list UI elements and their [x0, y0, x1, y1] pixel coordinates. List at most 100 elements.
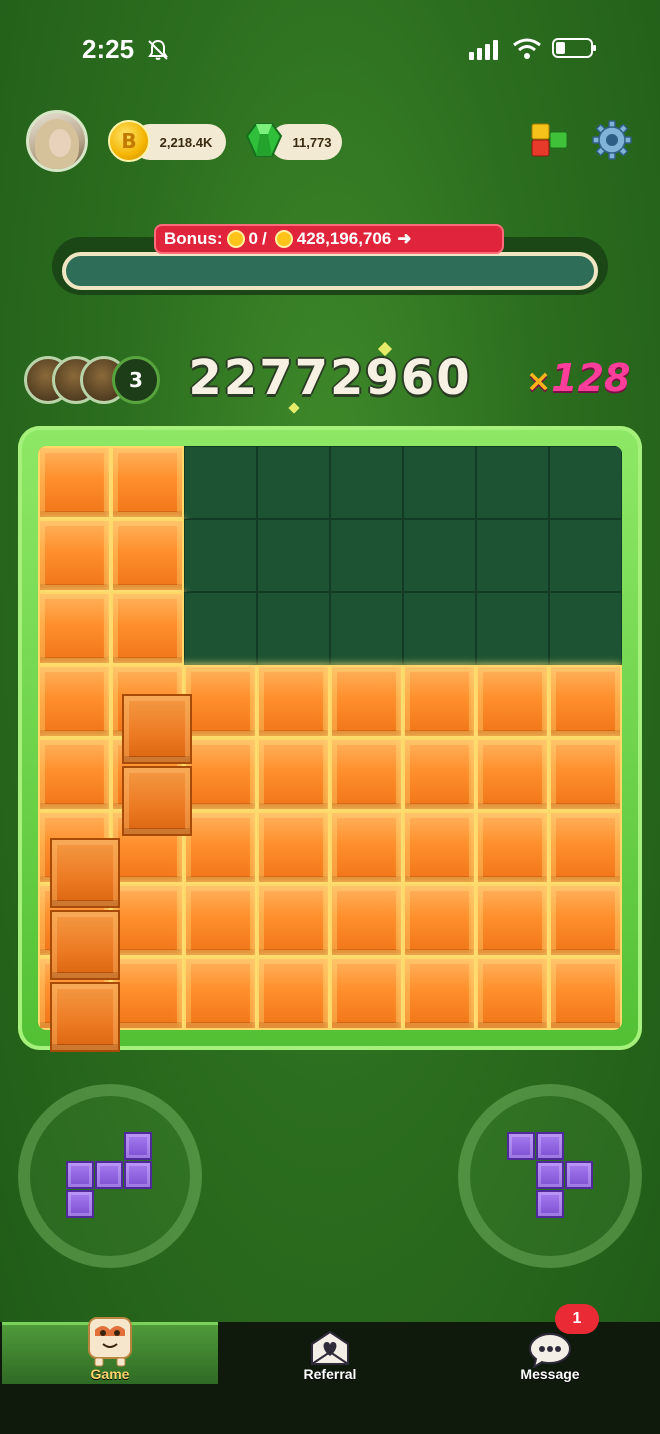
piece-block	[536, 1161, 564, 1189]
bonus-target: 428,196,706	[296, 229, 392, 248]
board-cell-empty	[257, 592, 330, 665]
board-cell-filled	[330, 884, 403, 957]
board-cell-filled	[403, 665, 476, 738]
board-cell-empty	[184, 446, 257, 519]
board-cell-empty	[476, 592, 549, 665]
piece-block	[536, 1132, 564, 1160]
board-cell-empty	[184, 592, 257, 665]
board-cell-filled	[330, 665, 403, 738]
dragged-block[interactable]	[50, 838, 120, 908]
bonus-label-text: Bonus:	[164, 229, 223, 248]
tab-game[interactable]: Game	[10, 1317, 210, 1386]
board-cell-filled	[257, 665, 330, 738]
bonus-button[interactable]: Bonus: 0 / 428,196,706 ➜	[154, 224, 504, 254]
board-cell-empty	[549, 592, 622, 665]
message-badge: 1	[555, 1304, 599, 1334]
piece-block	[124, 1132, 152, 1160]
players-group[interactable]: 3	[24, 356, 160, 406]
arrow-right-icon: ➜	[397, 229, 412, 248]
referral-icon	[311, 1330, 349, 1365]
battery-icon	[552, 38, 596, 58]
board-cell-filled	[549, 738, 622, 811]
piece-block	[66, 1161, 94, 1189]
tab-game-label: Game	[90, 1366, 130, 1382]
board-cell-filled	[257, 811, 330, 884]
status-time: 2:25	[82, 34, 135, 64]
board-cell-filled	[38, 519, 111, 592]
board-cell-filled	[38, 665, 111, 738]
dragged-block[interactable]	[50, 910, 120, 980]
board-cell-empty	[257, 446, 330, 519]
board-cell-filled	[111, 884, 184, 957]
score: 22772960	[188, 350, 472, 406]
tab-message[interactable]: Message	[450, 1326, 650, 1386]
board-cell-filled	[257, 738, 330, 811]
board-cell-filled	[38, 592, 111, 665]
avatar[interactable]	[26, 110, 88, 172]
coin-icon: B	[108, 120, 150, 162]
board-cell-empty	[330, 446, 403, 519]
blocks-icon[interactable]	[530, 122, 570, 160]
board-cell-filled	[403, 811, 476, 884]
board-cell-empty	[549, 519, 622, 592]
tab-referral-label: Referral	[303, 1366, 357, 1382]
board-cell-empty	[403, 592, 476, 665]
board-cell-filled	[111, 519, 184, 592]
board-cell-filled	[476, 884, 549, 957]
piece-block	[124, 1161, 152, 1189]
board-cell-empty	[476, 446, 549, 519]
board-cell-filled	[549, 957, 622, 1030]
board-cell-filled	[38, 446, 111, 519]
piece-block	[536, 1190, 564, 1218]
gem-icon	[245, 123, 283, 157]
board-cell-filled	[184, 665, 257, 738]
wifi-icon	[513, 38, 541, 59]
dragged-block[interactable]	[50, 982, 120, 1052]
multiplier-prefix: ×	[526, 364, 552, 399]
avatar-face	[49, 129, 71, 157]
message-icon	[528, 1332, 572, 1368]
board-cell-filled	[476, 665, 549, 738]
gear-icon[interactable]	[592, 120, 632, 160]
board-cell-filled	[549, 665, 622, 738]
player-count: 3	[112, 356, 160, 404]
board-cell-filled	[184, 811, 257, 884]
tab-referral[interactable]: Referral	[230, 1326, 430, 1386]
board-cell-empty	[403, 519, 476, 592]
board-cell-empty	[476, 519, 549, 592]
tab-message-label: Message	[520, 1366, 580, 1382]
board-cell-filled	[476, 811, 549, 884]
board-cell-empty	[184, 519, 257, 592]
dragged-block[interactable]	[122, 766, 192, 836]
multiplier: ×128	[526, 356, 636, 406]
coin-icon	[274, 230, 293, 248]
board-cell-filled	[476, 957, 549, 1030]
board-cell-empty	[549, 446, 622, 519]
game-mascot-icon	[88, 1317, 132, 1367]
coin-balance-value: 2,218.4K	[159, 134, 213, 150]
board-cell-filled	[38, 738, 111, 811]
board-cell-filled	[111, 957, 184, 1030]
board-cell-empty	[403, 446, 476, 519]
dragged-block[interactable]	[122, 694, 192, 764]
board-cell-filled	[330, 738, 403, 811]
board-cell-filled	[476, 738, 549, 811]
board-cell-filled	[184, 884, 257, 957]
status-bar: 2:25	[0, 0, 660, 96]
board-cell-empty	[257, 519, 330, 592]
bonus-separator: /	[262, 229, 267, 248]
board-cell-filled	[257, 884, 330, 957]
bell-muted-icon	[148, 39, 168, 60]
board-cell-empty	[330, 592, 403, 665]
piece-block	[565, 1161, 593, 1189]
board-cell-filled	[330, 811, 403, 884]
board-cell-filled	[549, 811, 622, 884]
board-cell-filled	[111, 592, 184, 665]
piece-block	[66, 1190, 94, 1218]
bonus-current: 0	[248, 229, 259, 248]
board-cell-filled	[184, 957, 257, 1030]
board-cell-filled	[111, 446, 184, 519]
coin-icon	[226, 230, 245, 248]
piece-block	[95, 1161, 123, 1189]
bonus-progress-bar	[62, 252, 598, 290]
